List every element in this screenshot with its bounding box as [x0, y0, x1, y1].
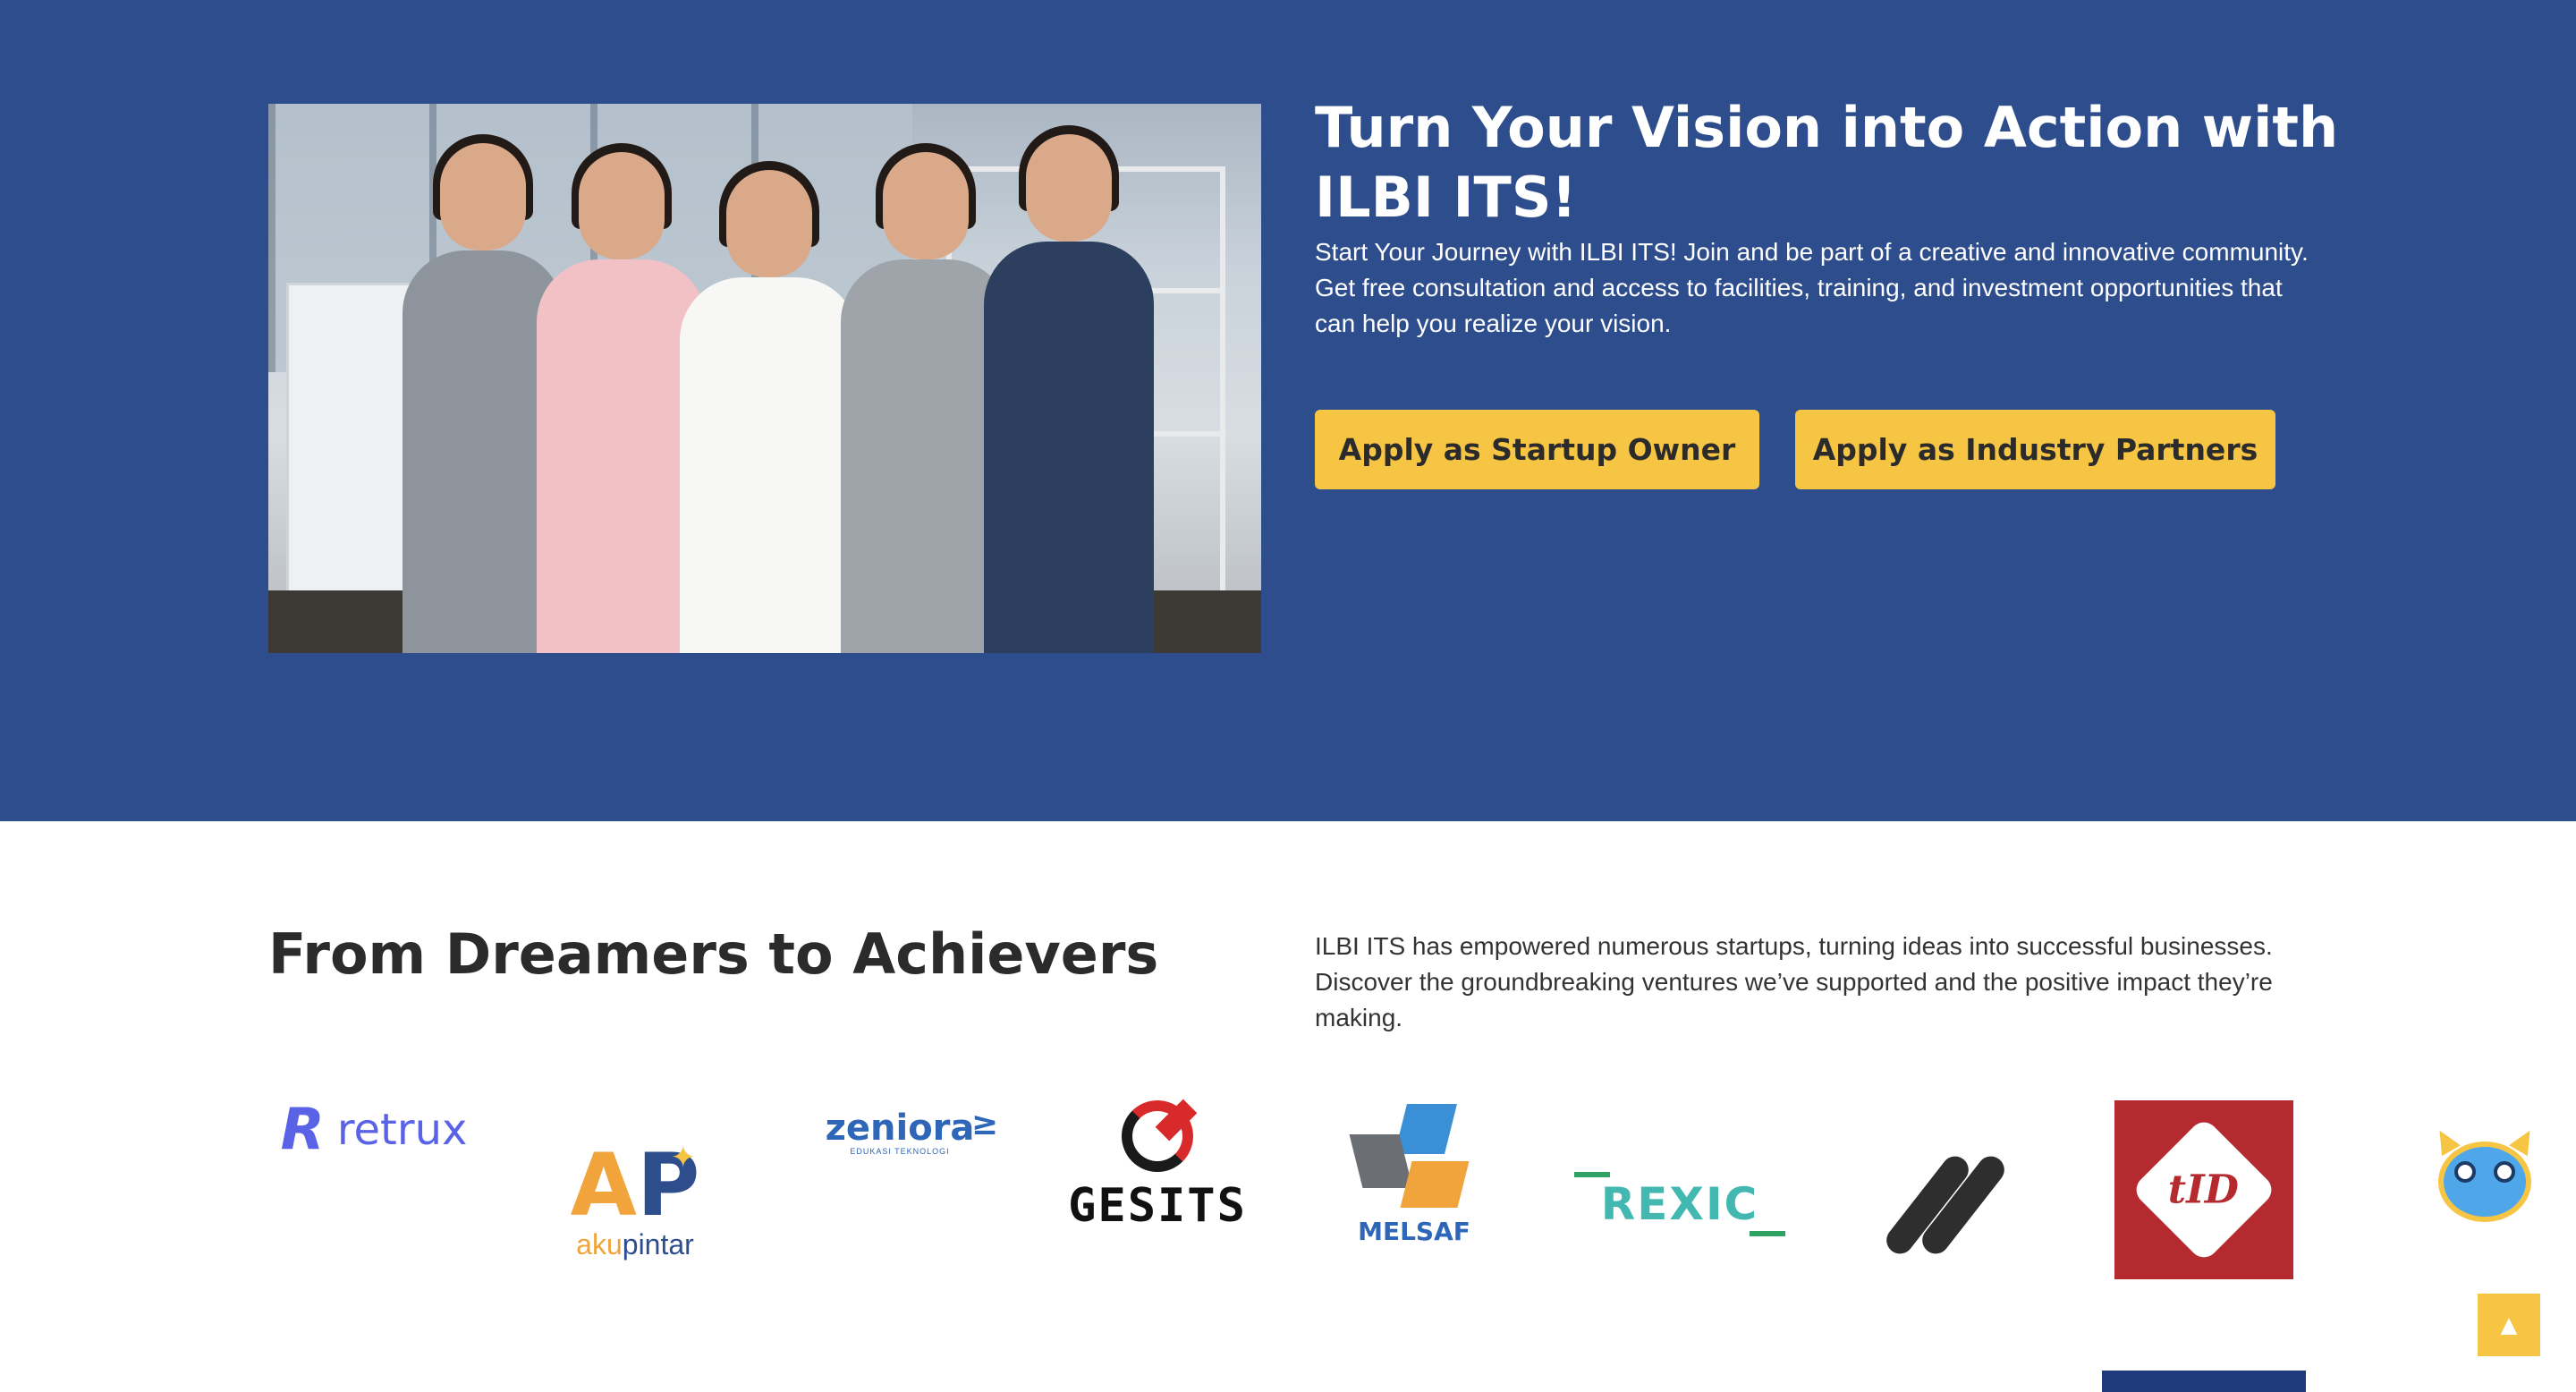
arrow-up-icon: ▲: [2495, 1308, 2523, 1341]
achievers-description: ILBI ITS has empowered numerous startups…: [1315, 932, 2273, 1031]
slash-logo[interactable]: [1881, 1147, 2010, 1263]
melsaf-shapes-icon: [1349, 1103, 1472, 1211]
hero-description: Start Your Journey with ILBI ITS! Join a…: [1315, 238, 2309, 337]
gesits-logo[interactable]: GESITS: [1068, 1097, 1247, 1236]
sparkle-icon: ✦: [670, 1140, 697, 1176]
gesits-ring-icon: [1122, 1100, 1193, 1172]
chatbot-robot-icon[interactable]: [2429, 1125, 2540, 1227]
apply-industry-partners-button[interactable]: Apply as Industry Partners: [1795, 410, 2275, 489]
hero-section: Turn Your Vision into Action with ILBI I…: [0, 0, 2576, 821]
tid-tag-icon: tID: [2130, 1116, 2278, 1264]
retrux-logo[interactable]: R retrux: [267, 1097, 481, 1163]
tid-logo[interactable]: tID: [2114, 1100, 2293, 1279]
gesits-logo-text: GESITS: [1068, 1179, 1247, 1233]
zeniora-logo-subtext: EDUKASI TEKNOLOGI: [850, 1147, 950, 1156]
zeniora-z-icon: ≥: [970, 1106, 998, 1142]
akupintar-logo-text: akupintar: [576, 1227, 694, 1260]
scroll-to-top-button[interactable]: ▲: [2478, 1294, 2540, 1356]
zeniora-logo-text: zeniora: [825, 1108, 975, 1149]
melsaf-logo-text: MELSAF: [1358, 1216, 1470, 1246]
hero-team-photo: [268, 104, 1261, 653]
achievers-title: From Dreamers to Achievers: [268, 921, 1159, 987]
partial-logo: [2102, 1371, 2306, 1392]
rexic-logo-text: REXIC: [1600, 1178, 1759, 1230]
melsaf-logo[interactable]: MELSAF: [1347, 1099, 1481, 1251]
rexic-logo[interactable]: REXIC: [1574, 1168, 1785, 1240]
zeniora-logo[interactable]: zeniora EDUKASI TEKNOLOGI ≥: [801, 1106, 998, 1159]
retrux-logo-mark: R: [280, 1097, 325, 1163]
hero-title: Turn Your Vision into Action with ILBI I…: [1315, 95, 2339, 230]
akupintar-logo[interactable]: AP ✦ akupintar: [555, 1134, 716, 1269]
apply-startup-owner-button[interactable]: Apply as Startup Owner: [1315, 410, 1759, 489]
retrux-logo-text: retrux: [336, 1105, 468, 1155]
tid-logo-text: tID: [2168, 1167, 2240, 1213]
